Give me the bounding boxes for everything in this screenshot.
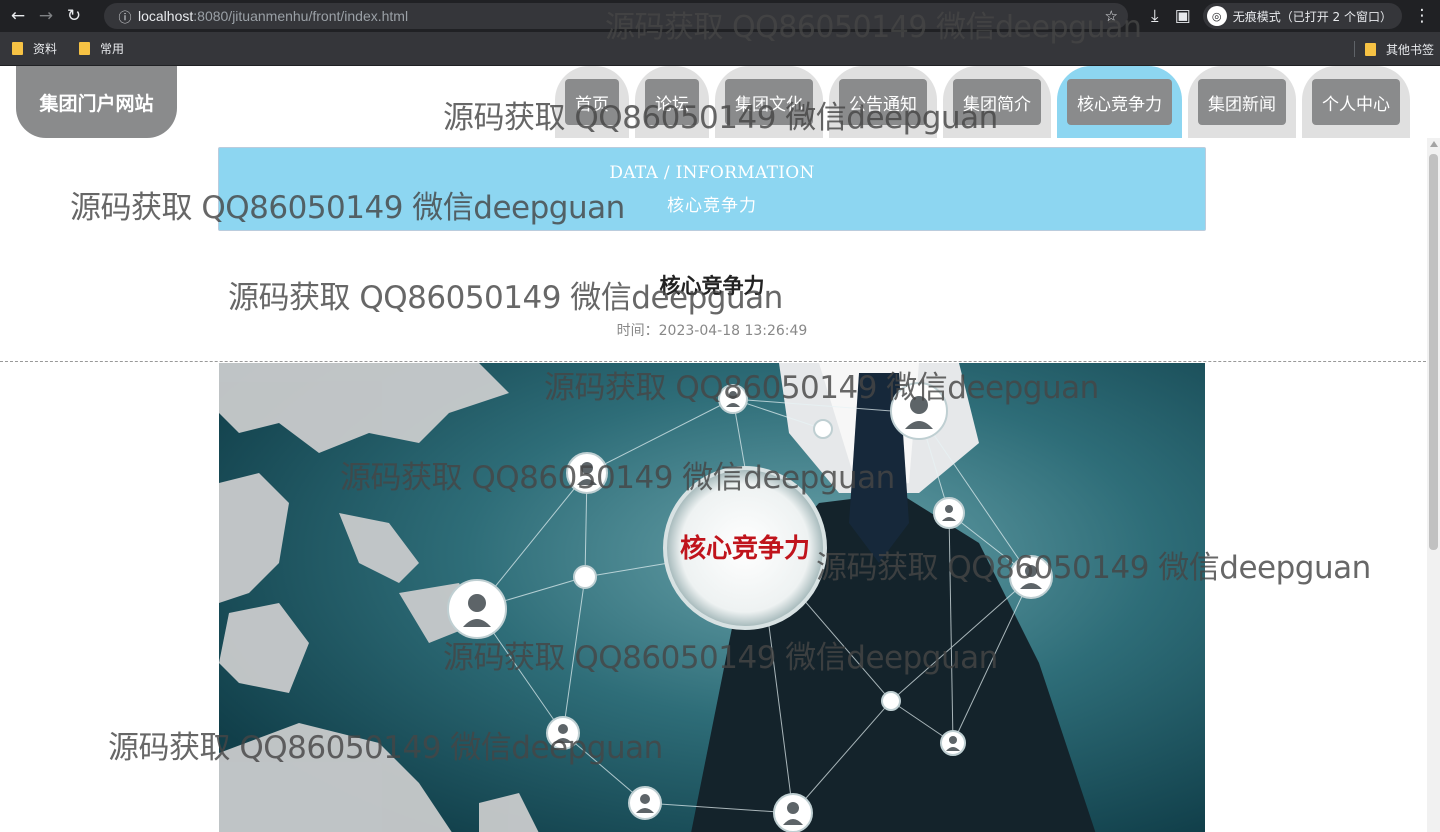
bookmarks-bar: 资料 常用 其他书签: [0, 32, 1440, 66]
nav-culture[interactable]: 集团文化: [715, 66, 823, 138]
article-time: 时间：2023-04-18 13:26:49: [616, 323, 808, 339]
nav-home[interactable]: 首页: [555, 66, 629, 138]
scroll-up-icon[interactable]: [1430, 141, 1438, 147]
bookmark-star-icon[interactable]: ☆: [1105, 7, 1118, 25]
incognito-badge[interactable]: ◎ 无痕模式（已打开 2 个窗口）: [1202, 3, 1402, 29]
nav-competitiveness[interactable]: 核心竞争力: [1057, 66, 1182, 138]
article-image: 核心竞争力: [219, 363, 1205, 832]
nav-news[interactable]: 集团新闻: [1188, 66, 1296, 138]
divider: [0, 361, 1426, 362]
folder-icon: [12, 42, 23, 55]
bookmark-folder-other[interactable]: 其他书签: [1364, 41, 1434, 58]
network-illustration: 核心竞争力: [219, 363, 1205, 832]
browser-toolbar: ← → ↻ ⓘ localhost:8080/jituanmenhu/front…: [0, 0, 1440, 32]
article-title: 核心竞争力: [659, 274, 765, 298]
side-panel-icon[interactable]: ▣: [1169, 2, 1197, 30]
section-banner: DATA / INFORMATION 核心竞争力: [218, 147, 1206, 231]
folder-icon: [79, 42, 91, 55]
nav-notice[interactable]: 公告通知: [829, 66, 937, 138]
image-caption: 核心竞争力: [680, 533, 810, 564]
reload-icon[interactable]: ↻: [60, 2, 88, 30]
page-scrollbar[interactable]: [1427, 138, 1440, 832]
nav-profile[interactable]: 个人中心: [1302, 66, 1410, 138]
nav-intro[interactable]: 集团简介: [943, 66, 1051, 138]
download-icon[interactable]: ⤓: [1141, 2, 1169, 30]
address-bar[interactable]: ⓘ localhost:8080/jituanmenhu/front/index…: [104, 3, 1128, 29]
folder-icon: [1364, 42, 1376, 56]
divider: [1353, 41, 1355, 57]
bookmark-folder-changyong[interactable]: 常用: [79, 40, 124, 57]
site-info-icon[interactable]: ⓘ: [112, 7, 138, 26]
incognito-icon: ◎: [1206, 6, 1227, 26]
nav-forum[interactable]: 论坛: [635, 66, 709, 138]
site-logo[interactable]: 集团门户网站: [16, 66, 177, 138]
banner-title-en: DATA / INFORMATION: [609, 163, 815, 183]
main-nav: 首页 论坛 集团文化 公告通知 集团简介 核心竞争力 集团新闻 个人中心: [555, 66, 1416, 138]
bookmark-folder-ziliao[interactable]: 资料: [12, 40, 57, 57]
banner-title-zh: 核心竞争力: [667, 196, 757, 216]
scroll-thumb[interactable]: [1429, 154, 1438, 550]
url-text: localhost:8080/jituanmenhu/front/index.h…: [138, 8, 409, 24]
back-icon[interactable]: ←: [4, 2, 32, 30]
incognito-label: 无痕模式（已打开 2 个窗口）: [1232, 9, 1392, 24]
page: 集团门户网站 首页 论坛 集团文化 公告通知 集团简介 核心竞争力 集团新闻 个…: [0, 66, 1440, 832]
menu-icon[interactable]: ⋮: [1408, 2, 1436, 30]
forward-icon[interactable]: →: [32, 2, 60, 30]
